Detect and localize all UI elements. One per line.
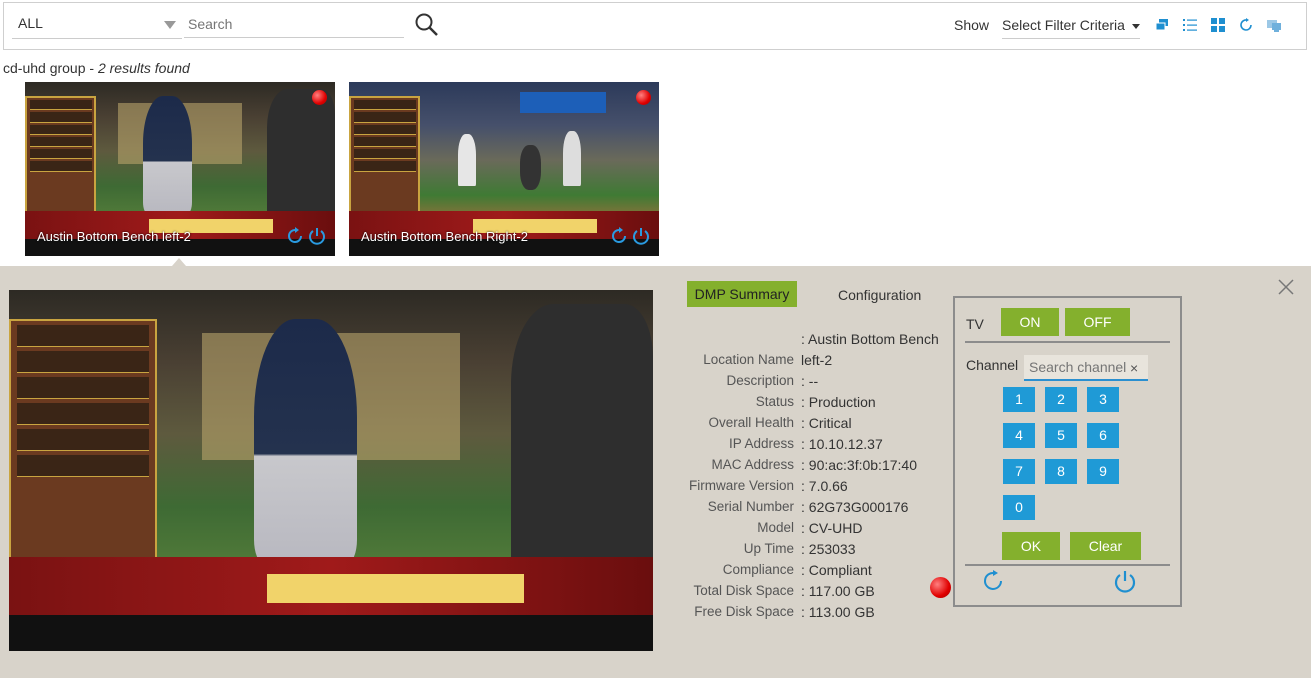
info-key: MAC Address	[711, 457, 794, 472]
key-3[interactable]: 3	[1087, 387, 1119, 412]
device-thumbnail[interactable]: Austin Bottom Bench left-2	[25, 82, 335, 256]
group-select[interactable]: ALL	[12, 9, 182, 39]
key-7[interactable]: 7	[1003, 459, 1035, 484]
info-value: : 113.00 GB	[801, 604, 875, 620]
thumbnail-label: Austin Bottom Bench left-2	[37, 229, 191, 244]
grid-view-icon[interactable]	[1210, 17, 1226, 33]
selection-pointer	[172, 258, 186, 266]
info-value: : 117.00 GB	[801, 583, 875, 599]
toolbar: ALL Show Select Filter Criteria	[3, 2, 1307, 50]
info-row: Firmware Version : 7.0.66	[660, 478, 950, 499]
info-key: Up Time	[743, 541, 794, 556]
filter-criteria-select[interactable]: Select Filter Criteria	[1002, 11, 1140, 39]
tv-label: TV	[966, 316, 984, 332]
list-view-icon[interactable]	[1182, 17, 1198, 33]
tab-configuration[interactable]: Configuration	[838, 287, 921, 303]
stack-view-icon[interactable]	[1154, 17, 1170, 33]
info-row: Overall Health : Critical	[660, 415, 950, 436]
info-value: : Compliant	[801, 562, 872, 578]
power-icon[interactable]	[307, 226, 327, 246]
key-1[interactable]: 1	[1003, 387, 1035, 412]
info-row: : Austin Bottom Bench	[660, 331, 950, 352]
info-key: Compliance	[722, 562, 794, 577]
divider	[965, 341, 1170, 343]
info-key: IP Address	[728, 436, 794, 451]
group-select-value: ALL	[18, 15, 43, 31]
info-row: Model : CV-UHD	[660, 520, 950, 541]
ok-button[interactable]: OK	[1002, 532, 1060, 560]
search-icon[interactable]	[414, 12, 440, 38]
info-key: Total Disk Space	[693, 583, 794, 598]
info-value: : --	[801, 373, 819, 389]
info-key: Free Disk Space	[694, 604, 794, 619]
tv-off-button[interactable]: OFF	[1065, 308, 1130, 336]
key-4[interactable]: 4	[1003, 423, 1035, 448]
device-thumbnail[interactable]: Austin Bottom Bench Right-2	[349, 82, 659, 256]
info-value: : Production	[801, 394, 876, 410]
info-value: : 10.10.12.37	[801, 436, 883, 452]
refresh-icon[interactable]	[609, 226, 629, 246]
caret-down-icon	[1132, 24, 1140, 29]
results-count: 2 results found	[97, 60, 190, 76]
info-row: Serial Number : 62G73G000176	[660, 499, 950, 520]
clear-search-icon[interactable]: ×	[1130, 360, 1138, 376]
info-row: Compliance : Compliant	[660, 562, 950, 583]
info-key: Serial Number	[707, 499, 794, 514]
key-0[interactable]: 0	[1003, 495, 1035, 520]
info-row: Status : Production	[660, 394, 950, 415]
info-value: : Austin Bottom Bench	[801, 331, 939, 347]
channel-label: Channel	[966, 357, 1019, 373]
power-icon[interactable]	[631, 226, 651, 246]
results-summary: cd-uhd group - 2 results found	[3, 60, 190, 76]
close-icon[interactable]	[1277, 278, 1295, 296]
filter-criteria-value: Select Filter Criteria	[1002, 17, 1125, 33]
info-value: : 7.0.66	[801, 478, 848, 494]
info-value: : Critical	[801, 415, 852, 431]
info-row: Total Disk Space : 117.00 GB	[660, 583, 950, 604]
clear-button[interactable]: Clear	[1070, 532, 1141, 560]
tv-on-button[interactable]: ON	[1001, 308, 1059, 336]
info-key: Firmware Version	[688, 478, 794, 493]
info-value: : 253033	[801, 541, 856, 557]
display-icon[interactable]	[1266, 17, 1282, 33]
info-value: : 62G73G000176	[801, 499, 909, 515]
refresh-icon[interactable]	[981, 569, 1005, 593]
info-value: : CV-UHD	[801, 520, 863, 536]
chevron-down-icon	[164, 21, 176, 29]
info-row: Description : --	[660, 373, 950, 394]
results-group-name: cd-uhd group	[3, 60, 86, 76]
info-row: Up Time : 253033	[660, 541, 950, 562]
refresh-icon[interactable]	[1238, 17, 1254, 33]
info-row: IP Address : 10.10.12.37	[660, 436, 950, 457]
key-9[interactable]: 9	[1087, 459, 1119, 484]
key-6[interactable]: 6	[1087, 423, 1119, 448]
thumbnail-label: Austin Bottom Bench Right-2	[361, 229, 528, 244]
key-5[interactable]: 5	[1045, 423, 1077, 448]
info-key: Location Name	[703, 352, 794, 367]
remote-control-panel: TV ON OFF Channel × 1 2 3 4 5 6 7 8 9 0 …	[953, 296, 1182, 607]
info-row: Free Disk Space : 113.00 GB	[660, 604, 950, 625]
divider	[965, 564, 1170, 566]
tab-dmp-summary[interactable]: DMP Summary	[687, 281, 797, 307]
live-video-preview	[9, 290, 653, 651]
refresh-icon[interactable]	[285, 226, 305, 246]
status-indicator	[636, 90, 651, 105]
info-key: Overall Health	[708, 415, 794, 430]
info-value: left-2	[801, 352, 833, 368]
key-2[interactable]: 2	[1045, 387, 1077, 412]
results-separator: -	[85, 60, 98, 76]
show-label: Show	[954, 17, 990, 33]
status-indicator	[312, 90, 327, 105]
health-status-indicator	[930, 577, 951, 598]
info-key: Description	[726, 373, 794, 388]
info-key: Model	[757, 520, 794, 535]
power-icon[interactable]	[1113, 569, 1137, 593]
info-value: : 90:ac:3f:0b:17:40	[801, 457, 917, 473]
info-row: Location Name left-2	[660, 352, 950, 373]
search-input[interactable]	[184, 11, 404, 38]
device-detail-panel: DMP Summary Configuration : Austin Botto…	[0, 266, 1311, 678]
info-key: Status	[755, 394, 794, 409]
info-row: MAC Address : 90:ac:3f:0b:17:40	[660, 457, 950, 478]
key-8[interactable]: 8	[1045, 459, 1077, 484]
